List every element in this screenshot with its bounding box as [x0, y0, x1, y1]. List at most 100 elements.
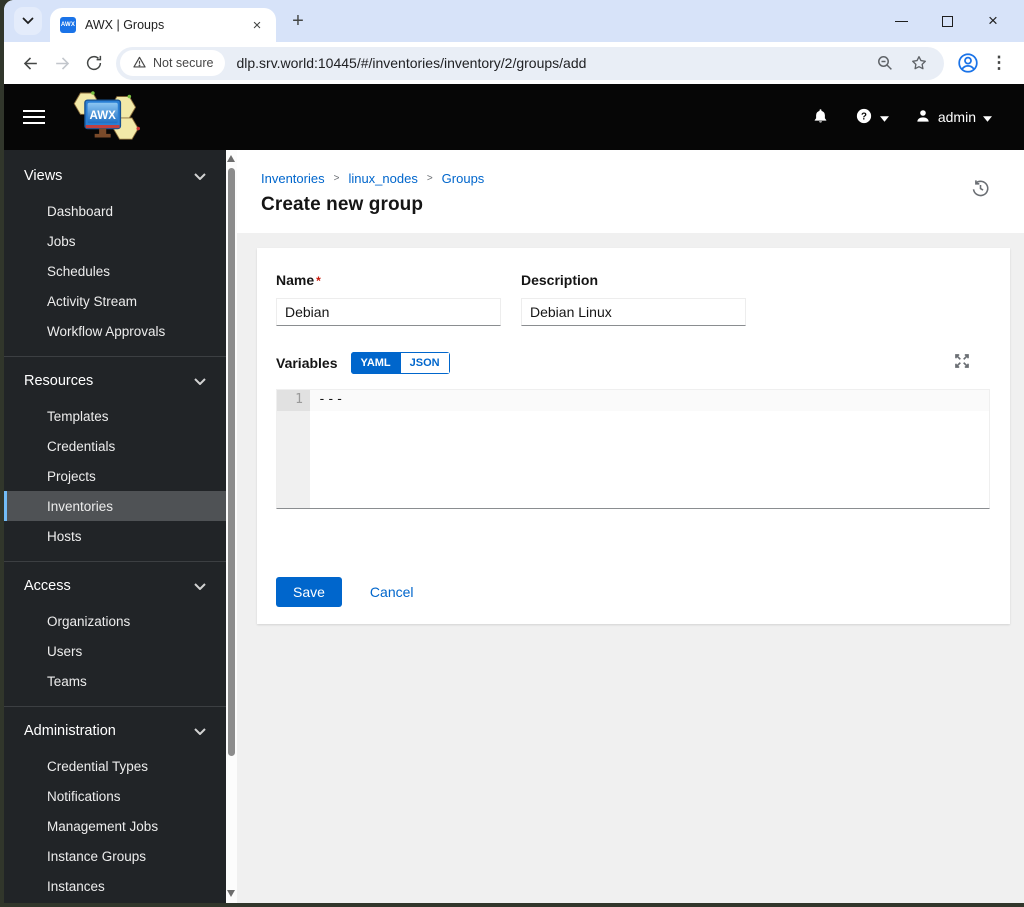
description-input[interactable]	[521, 298, 746, 326]
sidebar-item-credential-types[interactable]: Credential Types	[4, 751, 226, 781]
reload-button[interactable]	[78, 47, 110, 79]
browser-tab[interactable]: AWX AWX | Groups ×	[50, 8, 276, 42]
forward-button[interactable]	[46, 47, 78, 79]
caret-down-icon	[879, 109, 889, 125]
scrollbar-down-arrow-icon[interactable]	[227, 890, 235, 897]
sidebar-item-label: Management Jobs	[47, 818, 159, 834]
json-toggle-button[interactable]: JSON	[400, 352, 450, 374]
variables-editor[interactable]: 1 ---	[276, 389, 990, 509]
code-line-1: ---	[310, 390, 989, 411]
help-menu-button[interactable]: ?	[855, 107, 889, 128]
sidebar-item-workflow-approvals[interactable]: Workflow Approvals	[4, 316, 226, 346]
window-controls: ×	[878, 6, 1024, 36]
caret-down-icon	[983, 109, 992, 125]
sidebar-item-label: Templates	[47, 408, 109, 424]
sidebar-item-templates[interactable]: Templates	[4, 401, 226, 431]
description-label: Description	[521, 272, 599, 288]
chevron-down-icon	[194, 723, 206, 739]
chevron-down-icon	[194, 373, 206, 389]
save-button[interactable]: Save	[276, 577, 342, 607]
expand-icon[interactable]	[954, 353, 970, 369]
sidebar-nav: Views Dashboard Jobs Schedules Activity …	[4, 150, 226, 903]
sidebar-group-label: Resources	[24, 373, 94, 389]
sidebar-item-users[interactable]: Users	[4, 636, 226, 666]
svg-text:?: ?	[861, 111, 867, 122]
breadcrumb-link-inventory-name[interactable]: linux_nodes	[348, 171, 417, 186]
warning-icon	[132, 55, 147, 72]
tab-search-button[interactable]	[14, 7, 42, 35]
new-tab-button[interactable]: +	[284, 7, 312, 35]
window-close-button[interactable]: ×	[970, 6, 1016, 36]
breadcrumb-separator: >	[426, 173, 433, 184]
scrollbar-up-arrow-icon[interactable]	[227, 155, 235, 162]
chevron-down-icon	[194, 578, 206, 594]
sidebar-item-projects[interactable]: Projects	[4, 461, 226, 491]
editor-gutter: 1	[277, 390, 310, 508]
sidebar-item-activity-stream[interactable]: Activity Stream	[4, 286, 226, 316]
browser-window: AWX AWX | Groups × + × Not secure dlp.sr…	[4, 0, 1024, 903]
sidebar-item-notifications[interactable]: Notifications	[4, 781, 226, 811]
sidebar-item-label: Users	[47, 643, 83, 659]
bookmark-star-icon[interactable]	[906, 50, 932, 76]
variables-label: Variables	[276, 355, 338, 371]
editor-content[interactable]: ---	[310, 390, 989, 508]
nav-toggle-button[interactable]	[23, 106, 47, 128]
security-chip[interactable]: Not secure	[120, 50, 226, 76]
awx-favicon: AWX	[60, 17, 76, 33]
sidebar-group-access[interactable]: Access	[4, 566, 226, 606]
sidebar-item-management-jobs[interactable]: Management Jobs	[4, 811, 226, 841]
window-maximize-button[interactable]	[924, 6, 970, 36]
cancel-button[interactable]: Cancel	[370, 584, 414, 600]
address-bar[interactable]: Not secure dlp.srv.world:10445/#/invento…	[116, 46, 944, 80]
name-input[interactable]	[276, 298, 501, 326]
sidebar-group-label: Views	[24, 168, 63, 184]
page-header: Inventories > linux_nodes > Groups Creat…	[237, 150, 1024, 233]
browser-toolbar: Not secure dlp.srv.world:10445/#/invento…	[4, 42, 1024, 84]
sidebar-item-schedules[interactable]: Schedules	[4, 256, 226, 286]
sidebar-item-credentials[interactable]: Credentials	[4, 431, 226, 461]
history-icon[interactable]	[971, 179, 991, 199]
sidebar-group-resources[interactable]: Resources	[4, 361, 226, 401]
sidebar-item-label: Schedules	[47, 263, 111, 279]
notifications-bell-button[interactable]	[812, 107, 829, 128]
sidebar-item-hosts[interactable]: Hosts	[4, 521, 226, 551]
user-menu-button[interactable]: admin	[915, 108, 992, 127]
sidebar-item-jobs[interactable]: Jobs	[4, 226, 226, 256]
sidebar-item-label: Dashboard	[47, 203, 114, 219]
sidebar-item-instances[interactable]: Instances	[4, 871, 226, 901]
help-icon: ?	[855, 107, 873, 128]
browser-menu-button[interactable]: ⋮	[984, 48, 1014, 78]
breadcrumb-link-inventories[interactable]: Inventories	[261, 171, 325, 186]
sidebar-group-administration[interactable]: Administration	[4, 711, 226, 751]
sidebar-item-label: Notifications	[47, 788, 121, 804]
breadcrumb: Inventories > linux_nodes > Groups	[261, 171, 1000, 186]
browser-tab-strip: AWX AWX | Groups × + ×	[4, 0, 1024, 42]
sidebar-item-inventories[interactable]: Inventories	[4, 491, 226, 521]
sidebar-item-instance-groups[interactable]: Instance Groups	[4, 841, 226, 871]
window-minimize-button[interactable]	[878, 6, 924, 36]
sidebar-item-label: Teams	[47, 673, 87, 689]
tab-close-icon[interactable]: ×	[248, 16, 266, 34]
security-chip-label: Not secure	[153, 56, 214, 70]
page-title: Create new group	[261, 194, 424, 215]
sidebar-item-organizations[interactable]: Organizations	[4, 606, 226, 636]
sidebar-group-label: Access	[24, 578, 71, 594]
sidebar-item-label: Jobs	[47, 233, 76, 249]
user-name-label: admin	[937, 109, 976, 125]
sidebar-group-label: Administration	[24, 723, 116, 739]
zoom-icon[interactable]	[872, 50, 898, 76]
breadcrumb-link-groups[interactable]: Groups	[442, 171, 485, 186]
sidebar-item-label: Inventories	[47, 498, 114, 514]
sidebar-item-dashboard[interactable]: Dashboard	[4, 196, 226, 226]
sidebar-scrollbar[interactable]	[226, 150, 237, 903]
awx-logo[interactable]: AWX	[68, 89, 148, 145]
sidebar-item-label: Projects	[47, 468, 96, 484]
sidebar-group-views[interactable]: Views	[4, 156, 226, 196]
sidebar-item-teams[interactable]: Teams	[4, 666, 226, 696]
back-button[interactable]	[14, 47, 46, 79]
scrollbar-thumb[interactable]	[228, 168, 235, 756]
name-label: Name *	[276, 272, 321, 288]
yaml-toggle-button[interactable]: YAML	[350, 352, 401, 374]
sidebar-item-label: Instances	[47, 878, 105, 894]
profile-button[interactable]	[952, 47, 984, 79]
